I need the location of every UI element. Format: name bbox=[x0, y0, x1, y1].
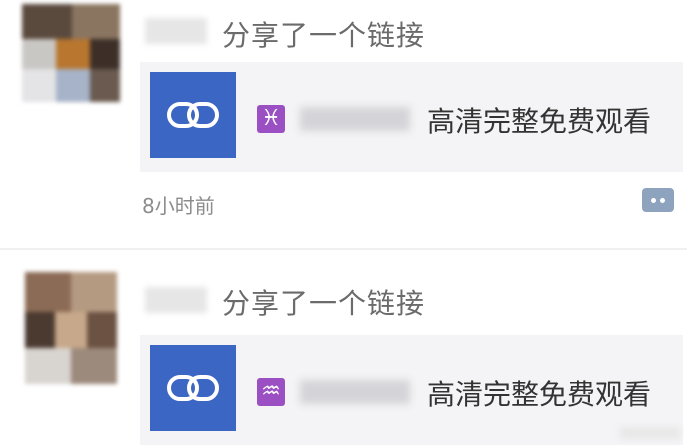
watermark-blurred bbox=[620, 427, 680, 439]
link-title: 高清完整免费观看 bbox=[427, 378, 652, 411]
link-title: 高清完整免费观看 bbox=[427, 105, 652, 138]
link-thumbnail bbox=[150, 72, 236, 158]
shared-link-card[interactable]: ♒ 高清完整免费观看 bbox=[140, 335, 683, 445]
chain-link-icon bbox=[167, 102, 219, 128]
feed-post-1: 分享了一个链接 ♓ 高清完整免费观看 8小时前 bbox=[0, 0, 687, 250]
username-blurred[interactable] bbox=[145, 287, 207, 313]
feed-post-2: 分享了一个链接 ♒ 高清完整免费观看 bbox=[0, 250, 687, 445]
username-blurred[interactable] bbox=[145, 18, 207, 44]
link-title-blurred bbox=[300, 380, 410, 404]
chain-link-icon bbox=[167, 375, 219, 401]
comment-dot bbox=[651, 197, 656, 203]
comment-dot bbox=[660, 197, 665, 203]
shared-link-card[interactable]: ♓ 高清完整免费观看 bbox=[140, 62, 683, 172]
aquarius-icon: ♒ bbox=[257, 378, 285, 406]
avatar-blurred[interactable] bbox=[25, 272, 117, 384]
link-thumbnail bbox=[150, 345, 236, 431]
share-action-text: 分享了一个链接 bbox=[222, 287, 426, 320]
link-title-blurred bbox=[300, 107, 410, 131]
post-timestamp: 8小时前 bbox=[142, 194, 215, 218]
avatar-blurred[interactable] bbox=[22, 4, 120, 102]
share-action-text: 分享了一个链接 bbox=[222, 19, 426, 52]
comment-bubble-icon[interactable] bbox=[642, 188, 674, 212]
pisces-icon: ♓ bbox=[257, 105, 285, 133]
